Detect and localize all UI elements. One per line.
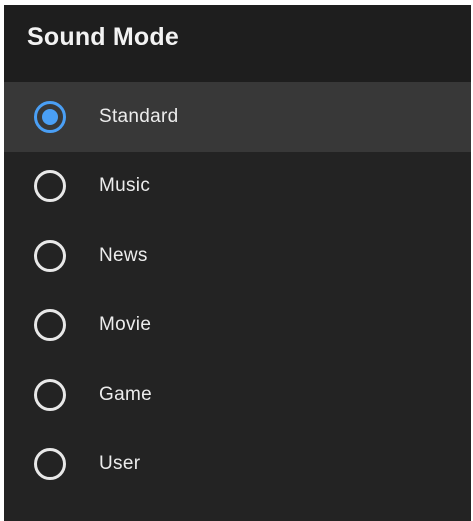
radio-unselected-icon[interactable] [34, 378, 66, 411]
radio-unselected-icon[interactable] [34, 170, 66, 203]
option-music[interactable]: Music [4, 152, 471, 222]
radio-dot-icon [42, 108, 58, 125]
sound-mode-options: Standard Music News Movie Game User [4, 82, 471, 499]
radio-unselected-icon[interactable] [34, 448, 66, 481]
option-standard[interactable]: Standard [4, 82, 471, 152]
option-user[interactable]: User [4, 430, 471, 500]
option-label: User [99, 453, 141, 475]
sound-mode-panel: Sound Mode Standard Music News Movie Gam… [4, 5, 471, 521]
option-label: News [99, 244, 148, 266]
option-label: Game [99, 383, 152, 405]
option-label: Movie [99, 314, 152, 336]
option-game[interactable]: Game [4, 360, 471, 430]
radio-unselected-icon[interactable] [34, 239, 66, 272]
option-news[interactable]: News [4, 221, 471, 291]
panel-title: Sound Mode [27, 23, 179, 51]
radio-selected-icon[interactable] [34, 100, 66, 133]
panel-header: Sound Mode [4, 5, 471, 82]
option-label: Music [99, 175, 151, 197]
option-label: Standard [99, 105, 179, 127]
radio-unselected-icon[interactable] [34, 309, 66, 342]
option-movie[interactable]: Movie [4, 291, 471, 361]
